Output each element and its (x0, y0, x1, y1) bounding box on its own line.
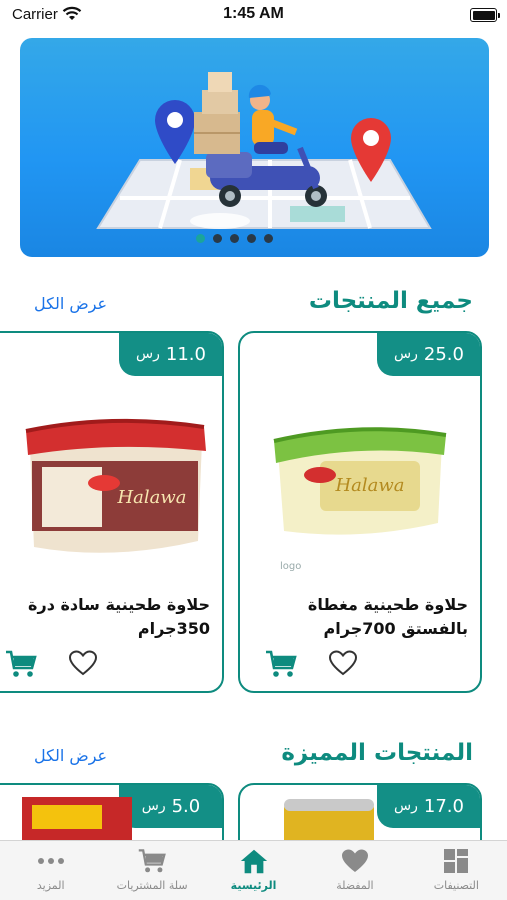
status-bar: Carrier 1:45 AM (0, 0, 507, 30)
see-all-link[interactable]: عرض الكل (34, 746, 107, 765)
more-icon (36, 847, 66, 875)
price-tag: 25.0 رس (377, 333, 480, 376)
product-image: Halawa (25, 418, 206, 553)
price-value: 11.0 (165, 343, 206, 365)
tab-label: المزيد (36, 879, 65, 892)
section-title: المنتجات المميزة (281, 740, 473, 766)
pagination-dot[interactable] (213, 234, 222, 243)
add-to-cart-icon[interactable] (4, 649, 38, 679)
tab-favorites[interactable]: المفضلة (304, 841, 405, 900)
banner-pagination[interactable] (196, 234, 273, 243)
tab-categories[interactable]: التصنيفات (406, 841, 507, 900)
see-all-link[interactable]: عرض الكل (34, 294, 107, 313)
section-title: جميع المنتجات (308, 288, 473, 314)
card-actions (240, 645, 480, 677)
product-image: Halawa logo (273, 427, 447, 572)
card-actions (0, 645, 222, 677)
pagination-dot[interactable] (230, 234, 239, 243)
price-currency: رس (136, 346, 160, 362)
cart-icon (137, 847, 167, 875)
tab-label: التصنيفات (433, 879, 479, 892)
favorite-heart-icon[interactable] (328, 649, 358, 677)
tab-home[interactable]: الرئيسية (203, 841, 304, 900)
tab-label: الرئيسية (230, 879, 277, 892)
pagination-dot[interactable] (264, 234, 273, 243)
clock: 1:45 AM (223, 5, 284, 22)
price-value: 5.0 (171, 795, 201, 817)
tab-label: المفضلة (336, 879, 374, 892)
price-currency: رس (394, 346, 418, 362)
grid-icon (441, 847, 471, 875)
pagination-dot[interactable] (196, 234, 205, 243)
product-name[interactable]: حلاوة طحينية سادة درة 350جرام (10, 593, 210, 641)
product-name[interactable]: حلاوة طحينية مغطاة بالفستق 700جرام (268, 593, 468, 641)
svg-text:Halawa: Halawa (116, 487, 186, 508)
price-value: 25.0 (423, 343, 464, 365)
add-to-cart-icon[interactable] (264, 649, 298, 679)
favorite-heart-icon[interactable] (68, 649, 98, 677)
home-icon (239, 847, 269, 875)
tab-cart[interactable]: سلة المشتريات (101, 841, 202, 900)
price-tag: 17.0 رس (377, 785, 480, 828)
battery-icon (470, 8, 500, 22)
heart-icon (340, 847, 370, 875)
product-card[interactable]: 11.0 رس Halawa حلاوة طحينية سادة درة 350… (0, 331, 224, 693)
price-tag: 11.0 رس (119, 333, 222, 376)
tab-more[interactable]: المزيد (0, 841, 101, 900)
bottom-tab-bar: المزيد سلة المشتريات الرئيسية المفضلة ال… (0, 840, 507, 900)
price-tag: 5.0 رس (119, 785, 222, 828)
price-currency: رس (141, 798, 166, 814)
promo-banner[interactable] (20, 38, 489, 257)
price-currency: رس (394, 798, 418, 814)
svg-text:Halawa: Halawa (334, 475, 404, 496)
pagination-dot[interactable] (247, 234, 256, 243)
delivery-illustration (96, 72, 432, 229)
product-card[interactable]: 25.0 رس Halawa logo حلاوة طحينية مغطاة ب… (238, 331, 482, 693)
svg-text:logo: logo (280, 561, 301, 572)
tab-label: سلة المشتريات (116, 879, 188, 892)
price-value: 17.0 (423, 795, 464, 817)
all-products-header: جميع المنتجات عرض الكل (20, 288, 487, 324)
featured-products-header: المنتجات المميزة عرض الكل (20, 740, 487, 776)
